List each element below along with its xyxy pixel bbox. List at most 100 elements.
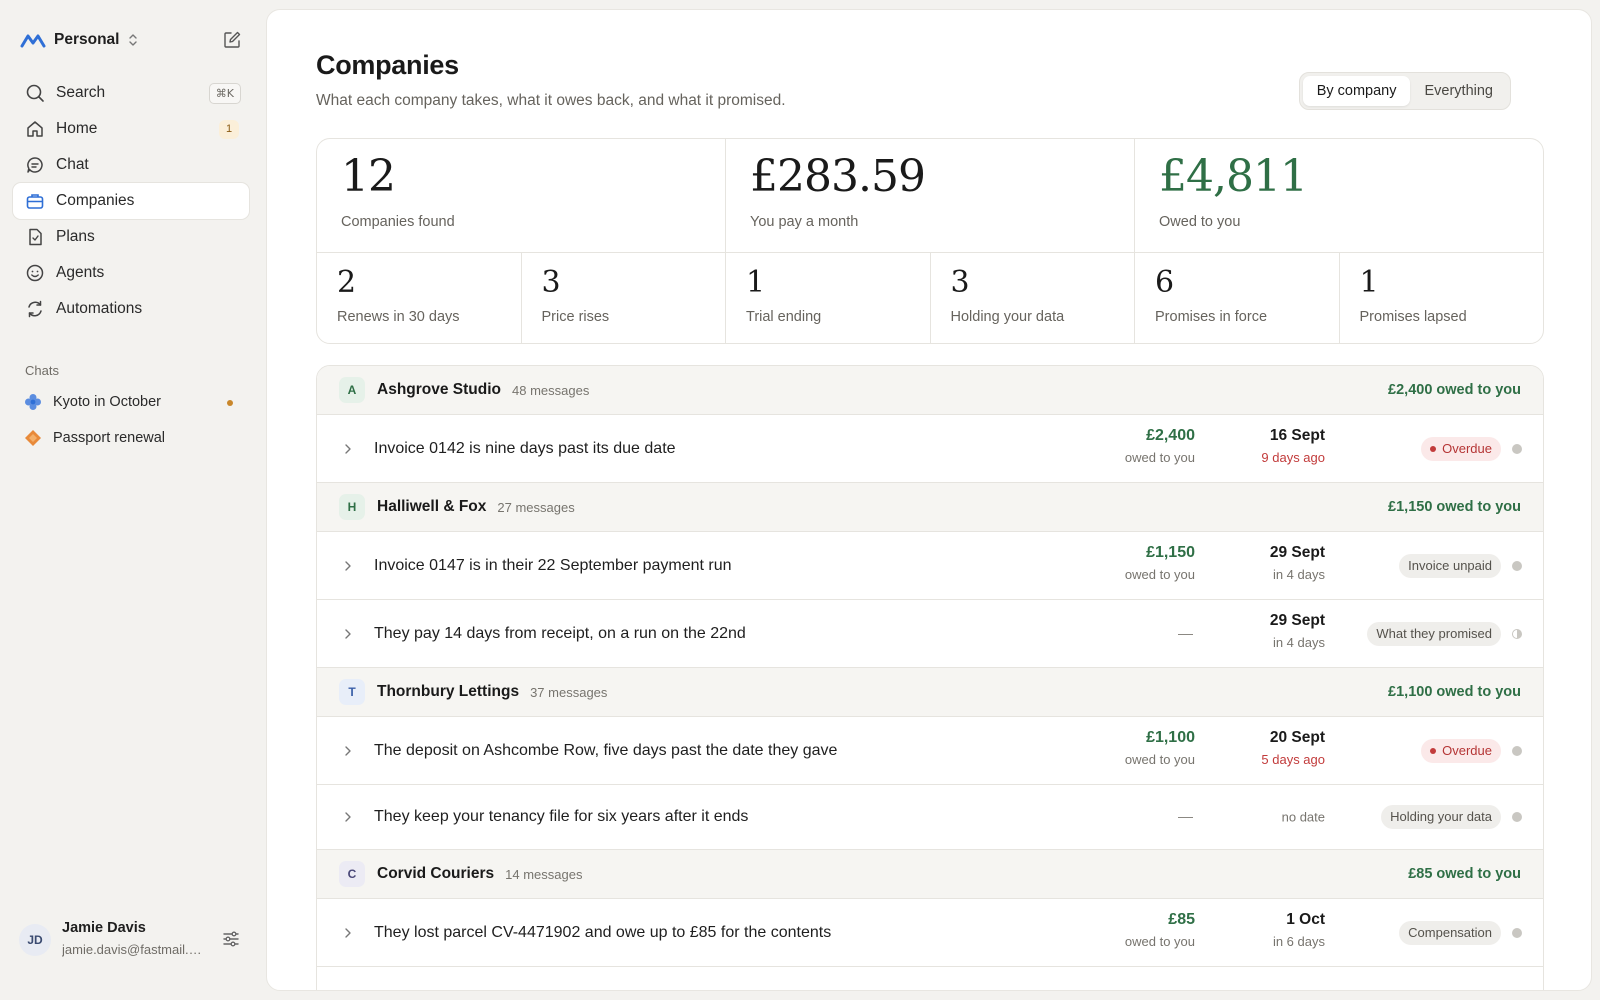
amount-value: £85 bbox=[1168, 911, 1195, 928]
main-panel: Companies What each company takes, what … bbox=[266, 9, 1592, 991]
company-item-row-partial[interactable] bbox=[317, 967, 1543, 990]
nav-item-automations[interactable]: Automations bbox=[13, 291, 249, 327]
item-date: 20 Sept 5 days ago bbox=[1261, 729, 1325, 767]
chevron-right-icon[interactable] bbox=[341, 559, 355, 573]
stat-value: £283.59 bbox=[750, 151, 926, 202]
chevron-right-icon[interactable] bbox=[341, 926, 355, 940]
date-relative: 5 days ago bbox=[1261, 752, 1325, 767]
item-description: They lost parcel CV-4471902 and owe up t… bbox=[374, 923, 832, 941]
message-count: 48 messages bbox=[512, 382, 590, 398]
stat-label: Trial ending bbox=[746, 309, 822, 325]
company-list: A Ashgrove Studio 48 messages £2,400 owe… bbox=[316, 365, 1544, 990]
nav-item-agents[interactable]: Agents bbox=[13, 255, 249, 291]
company-group-header[interactable]: A Ashgrove Studio 48 messages £2,400 owe… bbox=[317, 366, 1543, 415]
main-nav: Search ⌘K Home 1 Chat Companies Plans Ag… bbox=[13, 75, 249, 327]
item-amount: £1,100 owed to you bbox=[1125, 729, 1195, 767]
user-profile[interactable]: JD Jamie Davis jamie.davis@fastmail.com bbox=[19, 920, 241, 966]
view-everything-button[interactable]: Everything bbox=[1410, 76, 1507, 106]
nav-item-label: Search bbox=[56, 84, 106, 101]
company-owed-total: £2,400 owed to you bbox=[1388, 382, 1521, 398]
company-item-row[interactable]: Invoice 0147 is in their 22 September pa… bbox=[317, 532, 1543, 600]
nav-item-label: Plans bbox=[56, 228, 95, 245]
stat-label: Renews in 30 days bbox=[337, 309, 460, 325]
company-name: Ashgrove Studio bbox=[377, 381, 502, 398]
nav-item-plans[interactable]: Plans bbox=[13, 219, 249, 255]
stat-promises-in-force[interactable]: 6 Promises in force bbox=[1135, 253, 1340, 343]
company-item-row[interactable]: They lost parcel CV-4471902 and owe up t… bbox=[317, 899, 1543, 967]
item-date: 29 Sept in 4 days bbox=[1270, 612, 1325, 650]
briefcase-icon bbox=[26, 194, 44, 209]
nav-item-search[interactable]: Search ⌘K bbox=[13, 75, 249, 111]
item-date: 29 Sept in 4 days bbox=[1270, 544, 1325, 582]
compose-icon[interactable] bbox=[222, 30, 242, 50]
chevron-right-icon[interactable] bbox=[341, 627, 355, 641]
avatar: JD bbox=[19, 924, 51, 956]
view-by-company-button[interactable]: By company bbox=[1302, 76, 1411, 106]
chevron-up-down-icon bbox=[129, 34, 138, 46]
stats-secondary-row: 2 Renews in 30 days 3 Price rises 1 Tria… bbox=[317, 253, 1544, 343]
workspace-name: Personal bbox=[54, 31, 120, 48]
nav-item-companies[interactable]: Companies bbox=[13, 183, 249, 219]
stat-owed-to-you: £4,811 Owed to you bbox=[1135, 139, 1543, 252]
stat-label: Promises in force bbox=[1155, 309, 1268, 325]
orange-diamond-icon bbox=[25, 430, 41, 446]
nav-item-chat[interactable]: Chat bbox=[13, 147, 249, 183]
company-group-header[interactable]: T Thornbury Lettings 37 messages £1,100 … bbox=[317, 668, 1543, 717]
chat-item-kyoto[interactable]: Kyoto in October bbox=[13, 384, 249, 420]
message-count: 37 messages bbox=[530, 684, 608, 700]
company-owed-total: £1,150 owed to you bbox=[1388, 499, 1521, 515]
page-subtitle: What each company takes, what it owes ba… bbox=[316, 92, 786, 109]
company-item-row[interactable]: They keep your tenancy file for six year… bbox=[317, 785, 1543, 850]
date-relative: in 4 days bbox=[1272, 567, 1325, 582]
item-amount: £1,150 owed to you bbox=[1125, 544, 1195, 582]
company-item-row[interactable]: Invoice 0142 is nine days past its due d… bbox=[317, 415, 1543, 483]
message-count: 27 messages bbox=[497, 499, 575, 515]
item-amount: £85 owed to you bbox=[1125, 911, 1195, 949]
company-group-header[interactable]: C Corvid Couriers 14 messages £85 owed t… bbox=[317, 850, 1543, 899]
smiley-icon bbox=[26, 264, 44, 282]
stat-holding-data[interactable]: 3 Holding your data bbox=[931, 253, 1135, 343]
status-label: Overdue bbox=[1442, 440, 1492, 456]
chevron-right-icon[interactable] bbox=[341, 442, 355, 456]
date-value: 29 Sept bbox=[1269, 544, 1325, 561]
stat-value: 3 bbox=[541, 265, 561, 300]
date-value: 20 Sept bbox=[1269, 729, 1325, 746]
stats-primary-row: 12 Companies found £283.59 You pay a mon… bbox=[317, 139, 1543, 253]
stat-trial-ending[interactable]: 1 Trial ending bbox=[726, 253, 931, 343]
company-initial: H bbox=[339, 494, 365, 520]
item-description: They keep your tenancy file for six year… bbox=[374, 808, 749, 825]
workspace-switcher[interactable]: Personal bbox=[20, 28, 242, 52]
stat-monthly-spend: £283.59 You pay a month bbox=[726, 139, 1135, 252]
company-initial: A bbox=[339, 377, 365, 403]
stat-value: 1 bbox=[746, 265, 766, 300]
company-item-row[interactable]: The deposit on Ashcombe Row, five days p… bbox=[317, 717, 1543, 785]
company-group-header[interactable]: H Halliwell & Fox 27 messages £1,150 owe… bbox=[317, 483, 1543, 532]
chevron-right-icon[interactable] bbox=[341, 744, 355, 758]
stat-price-rises[interactable]: 3 Price rises bbox=[522, 253, 726, 343]
company-item-row[interactable]: They pay 14 days from receipt, on a run … bbox=[317, 600, 1543, 668]
status-badge: Holding your data bbox=[1381, 805, 1501, 829]
status-indicator-half-dot bbox=[1512, 628, 1522, 639]
stat-label: Owed to you bbox=[1159, 214, 1241, 230]
nav-item-label: Chat bbox=[56, 156, 89, 173]
status-badge: Overdue bbox=[1421, 738, 1501, 763]
item-description: Invoice 0142 is nine days past its due d… bbox=[374, 439, 676, 457]
date-value: 16 Sept bbox=[1269, 427, 1325, 444]
item-description: Invoice 0147 is in their 22 September pa… bbox=[374, 556, 732, 574]
nav-item-home[interactable]: Home 1 bbox=[13, 111, 249, 147]
document-icon bbox=[29, 228, 42, 246]
notification-count-badge: 1 bbox=[219, 120, 239, 139]
chat-item-passport[interactable]: Passport renewal bbox=[13, 420, 249, 456]
chevron-right-icon[interactable] bbox=[341, 810, 355, 824]
stat-promises-lapsed[interactable]: 1 Promises lapsed bbox=[1340, 253, 1544, 343]
no-date-label: no date bbox=[1281, 809, 1325, 825]
refresh-icon bbox=[28, 300, 42, 318]
stat-renews-30-days[interactable]: 2 Renews in 30 days bbox=[317, 253, 522, 343]
amount-label: owed to you bbox=[1124, 934, 1195, 949]
company-name: Thornbury Lettings bbox=[377, 683, 520, 700]
stat-label: You pay a month bbox=[750, 214, 859, 230]
date-relative: 9 days ago bbox=[1261, 450, 1325, 465]
amount-value: £2,400 bbox=[1146, 427, 1195, 444]
sliders-icon[interactable] bbox=[221, 929, 241, 949]
status-label: Overdue bbox=[1442, 742, 1492, 758]
